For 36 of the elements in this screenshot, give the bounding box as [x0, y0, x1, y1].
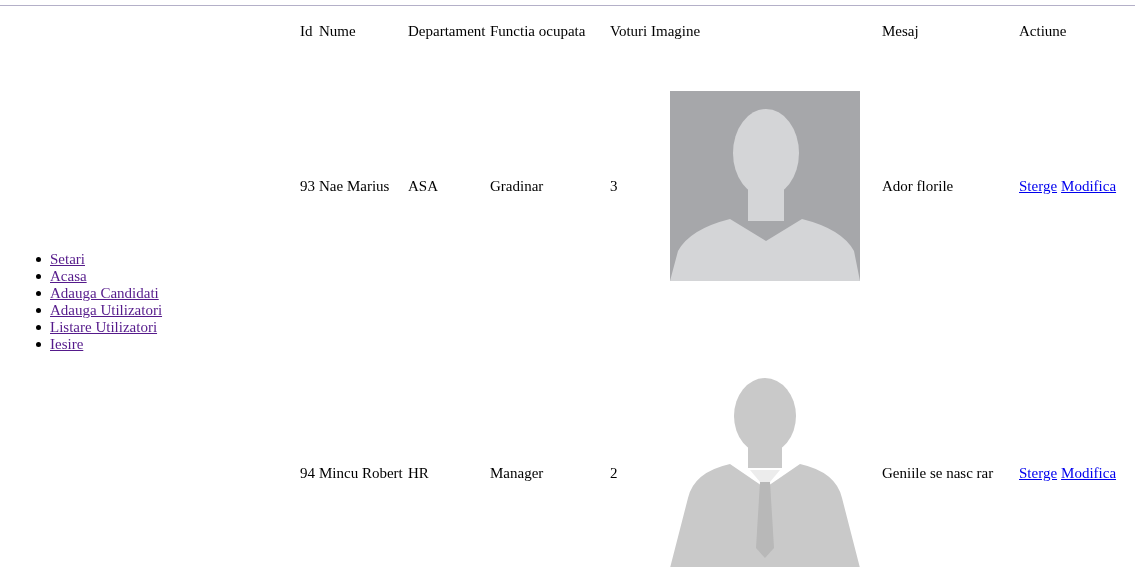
bullet-icon [36, 308, 41, 313]
table-cell-text: Nae Marius [319, 177, 391, 195]
menu-link[interactable]: Adauga Candidati [50, 285, 159, 302]
column-header: Departament [408, 22, 487, 40]
bullet-icon [36, 291, 41, 296]
column-header: Nume [319, 22, 357, 40]
table-cell-text: 94 [300, 464, 316, 482]
table-cell-text: Geniile se nasc rar [882, 464, 995, 482]
action-link[interactable]: Modifica [1061, 177, 1117, 195]
column-header: Mesaj [882, 22, 920, 40]
action-link[interactable]: Sterge [1019, 464, 1058, 482]
table-cell-text: ASA [408, 177, 439, 195]
table-cell-text: 2 [610, 464, 619, 482]
menu-link[interactable]: Setari [50, 251, 85, 268]
table-cell-text: 93 [300, 177, 316, 195]
menu-link[interactable]: Listare Utilizatori [50, 319, 158, 336]
table-cell-text: Gradinar [490, 177, 545, 195]
menu-link[interactable]: Iesire [50, 336, 84, 353]
bullet-icon [36, 342, 41, 347]
menu-link[interactable]: Adauga Utilizatori [50, 302, 163, 319]
column-header: Id [300, 22, 314, 40]
action-link[interactable]: Sterge [1019, 177, 1058, 195]
bullet-icon [36, 274, 41, 279]
bullet-icon [36, 257, 41, 262]
menu-link[interactable]: Acasa [50, 268, 87, 285]
bullet-icon [36, 325, 41, 330]
table-cell-text: HR [408, 464, 430, 482]
column-header: Imagine [651, 22, 702, 40]
column-header: Functia ocupata [490, 22, 587, 40]
action-link[interactable]: Modifica [1061, 464, 1117, 482]
table-cell-text: Ador florile [882, 177, 955, 195]
column-header: Actiune [1019, 22, 1068, 40]
column-header: Voturi [610, 22, 649, 40]
table-cell-text: 3 [610, 177, 619, 195]
table-cell-text: Mincu Robert [319, 464, 404, 482]
table-cell-text: Manager [490, 464, 545, 482]
